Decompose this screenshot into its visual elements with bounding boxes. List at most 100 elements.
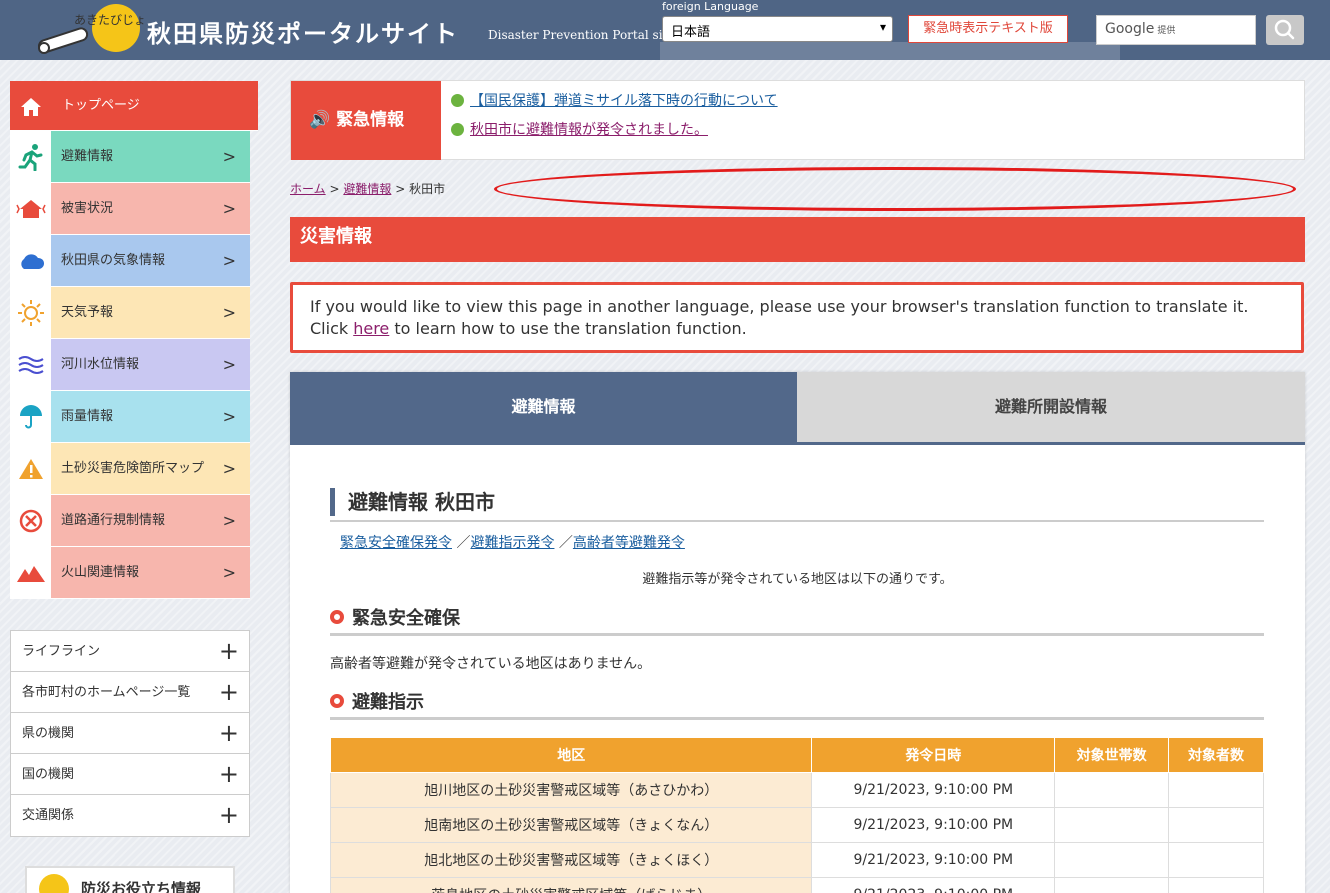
- chevron-right-icon: >: [222, 251, 236, 270]
- circle-bullet-icon: [330, 694, 344, 708]
- bullet-icon: [451, 93, 464, 107]
- divider: [330, 520, 1264, 522]
- google-search-input[interactable]: Google 提供: [1096, 15, 1256, 45]
- language-selected-value: 日本語: [671, 25, 711, 40]
- emergency-heading-text: 緊急情報: [336, 110, 405, 130]
- evacuation-content-panel: 避難情報 避難所開設情報 避難情報 秋田市 緊急安全確保発令 ／避難指示発令 ／…: [290, 372, 1305, 893]
- column-header-persons: 対象者数: [1168, 737, 1264, 773]
- emergency-link-text: 【国民保護】弾道ミサイル落下時の行動について: [470, 93, 778, 109]
- related-links-list: ライフライン + 各市町村のホームページ一覧 + 県の機関 + 国の機関 + 交通関係 +: [10, 630, 250, 837]
- sidebar-item-weather-info[interactable]: 秋田県の気象情報 >: [10, 235, 250, 287]
- section-emergency-safety-text: 高齢者等避難が発令されている地区はありません。: [330, 656, 652, 672]
- sidebar-item-label: 河川水位情報: [61, 357, 140, 372]
- cell-persons: [1168, 807, 1264, 843]
- sidebar-item-rainfall[interactable]: 雨量情報 >: [10, 391, 250, 443]
- cloud-icon: [10, 235, 51, 286]
- accordion-national-agencies[interactable]: 国の機関 +: [11, 754, 249, 795]
- anchor-emergency-safety[interactable]: 緊急安全確保発令: [340, 535, 452, 551]
- tab-shelter-info[interactable]: 避難所開設情報: [797, 372, 1305, 442]
- useful-info-banner[interactable]: 防災お役立ち情報: [25, 866, 235, 893]
- breadcrumb-separator: >: [395, 182, 406, 196]
- cell-area: 旭川地区の土砂災害警戒区域等（あさひかわ）: [329, 772, 813, 808]
- sidebar-item-label: 避難情報: [61, 149, 114, 164]
- text-version-button[interactable]: 緊急時表示テキスト版: [908, 15, 1068, 43]
- site-header: あきたびじょん 秋田県防災ポータルサイト Disaster Prevention…: [0, 0, 1330, 60]
- sidebar-item-label: 火山関連情報: [61, 565, 140, 580]
- cell-issued-at: 9/21/2023, 9:10:00 PM: [811, 842, 1056, 878]
- divider: [330, 717, 1264, 720]
- foreign-language-label: foreign Language: [662, 0, 759, 13]
- accordion-prefecture-agencies[interactable]: 県の機関 +: [11, 713, 249, 754]
- bullet-icon: [451, 122, 464, 136]
- search-icon: [1274, 19, 1295, 40]
- column-header-area: 地区: [329, 737, 813, 773]
- cell-area: 旭北地区の土砂災害警戒区域等（きょくほく）: [329, 842, 813, 878]
- sidebar-item-forecast[interactable]: 天気予報 >: [10, 287, 250, 339]
- akita-vision-logo[interactable]: あきたびじょん: [34, 4, 158, 58]
- speaker-icon: 🔊: [309, 110, 337, 130]
- plus-icon: +: [218, 760, 239, 788]
- lightbulb-icon: [39, 874, 69, 893]
- breadcrumb-home[interactable]: ホーム: [290, 182, 326, 196]
- plus-icon: +: [218, 801, 239, 829]
- accordion-label: 県の機関: [22, 726, 75, 741]
- cell-households: [1054, 877, 1170, 893]
- translation-help-link[interactable]: here: [353, 319, 389, 338]
- accordion-label: ライフライン: [22, 644, 101, 659]
- accordion-label: 交通関係: [22, 808, 75, 823]
- section-heading-text: 避難指示: [352, 692, 424, 713]
- search-button[interactable]: [1266, 15, 1304, 45]
- translation-notice: If you would like to view this page in a…: [290, 282, 1304, 353]
- accordion-lifeline[interactable]: ライフライン +: [11, 631, 249, 672]
- sidebar-item-label: 秋田県の気象情報: [61, 253, 166, 268]
- sidebar-item-river-level[interactable]: 河川水位情報 >: [10, 339, 250, 391]
- chevron-right-icon: >: [222, 199, 236, 218]
- sidebar-item-label: 土砂災害危険箇所マップ: [61, 461, 205, 476]
- sidebar-item-landslide-map[interactable]: 土砂災害危険箇所マップ >: [10, 443, 250, 495]
- sidebar-item-label: 天気予報: [61, 305, 114, 320]
- sidebar-item-top[interactable]: トップページ: [10, 81, 258, 131]
- table-row: 旭川地区の土砂災害警戒区域等（あさひかわ） 9/21/2023, 9:10:00…: [329, 772, 1264, 808]
- section-emergency-safety-heading: 緊急安全確保: [330, 604, 460, 630]
- home-icon: [10, 81, 51, 130]
- circle-bullet-icon: [330, 610, 344, 624]
- site-title[interactable]: 秋田県防災ポータルサイト: [147, 14, 459, 49]
- breadcrumb-evacuation[interactable]: 避難情報: [343, 182, 391, 196]
- anchor-evacuation-order[interactable]: 避難指示発令: [470, 535, 554, 551]
- sidebar-item-damage[interactable]: 被害状況 >: [10, 183, 250, 235]
- emergency-links: 【国民保護】弾道ミサイル落下時の行動について 秋田市に避難情報が発令されました。: [451, 91, 778, 149]
- no-entry-icon: [10, 495, 51, 546]
- tab-evacuation-info[interactable]: 避難情報: [290, 372, 797, 442]
- language-select[interactable]: 日本語 ▾: [662, 16, 893, 42]
- plus-icon: +: [218, 719, 239, 747]
- useful-info-label: 防災お役立ち情報: [81, 880, 202, 893]
- chevron-right-icon: >: [222, 459, 236, 478]
- chevron-right-icon: >: [222, 355, 236, 374]
- breadcrumb: ホーム > 避難情報 > 秋田市: [290, 180, 445, 197]
- emergency-link-text: 秋田市に避難情報が発令されました。: [470, 122, 708, 138]
- chevron-right-icon: >: [222, 147, 236, 166]
- sidebar-item-evacuation[interactable]: 避難情報 >: [10, 131, 250, 183]
- disaster-info-heading: 災害情報: [290, 217, 1305, 262]
- google-provided-label: 提供: [1157, 26, 1176, 36]
- umbrella-icon: [10, 391, 51, 442]
- sidebar-item-label: トップページ: [62, 98, 140, 113]
- table-header-row: 地区 発令日時 対象世帯数 対象者数: [329, 737, 1264, 773]
- waves-icon: [10, 339, 51, 390]
- table-row: 旭北地区の土砂災害警戒区域等（きょくほく） 9/21/2023, 9:10:00…: [329, 842, 1264, 878]
- chevron-right-icon: >: [222, 511, 236, 530]
- accordion-transport[interactable]: 交通関係 +: [11, 795, 249, 836]
- plus-icon: +: [218, 637, 239, 665]
- cell-area: 茨島地区の土砂災害警戒区域等（ばらじま）: [329, 877, 813, 893]
- emergency-alert-panel: 🔊 緊急情報 【国民保護】弾道ミサイル落下時の行動について 秋田市に避難情報が発…: [290, 80, 1305, 160]
- annotation-ellipse: [494, 167, 1296, 211]
- cell-persons: [1168, 877, 1264, 893]
- sidebar-item-volcano[interactable]: 火山関連情報 >: [10, 547, 250, 599]
- anchor-elderly-evacuation[interactable]: 高齢者等避難発令: [573, 535, 685, 551]
- emergency-link-evacuation[interactable]: 秋田市に避難情報が発令されました。: [451, 120, 778, 149]
- sidebar-item-road-restriction[interactable]: 道路通行規制情報 >: [10, 495, 250, 547]
- accordion-municipal-sites[interactable]: 各市町村のホームページ一覧 +: [11, 672, 249, 713]
- chevron-right-icon: >: [222, 303, 236, 322]
- chevron-right-icon: >: [222, 407, 236, 426]
- emergency-link-missile[interactable]: 【国民保護】弾道ミサイル落下時の行動について: [451, 91, 778, 120]
